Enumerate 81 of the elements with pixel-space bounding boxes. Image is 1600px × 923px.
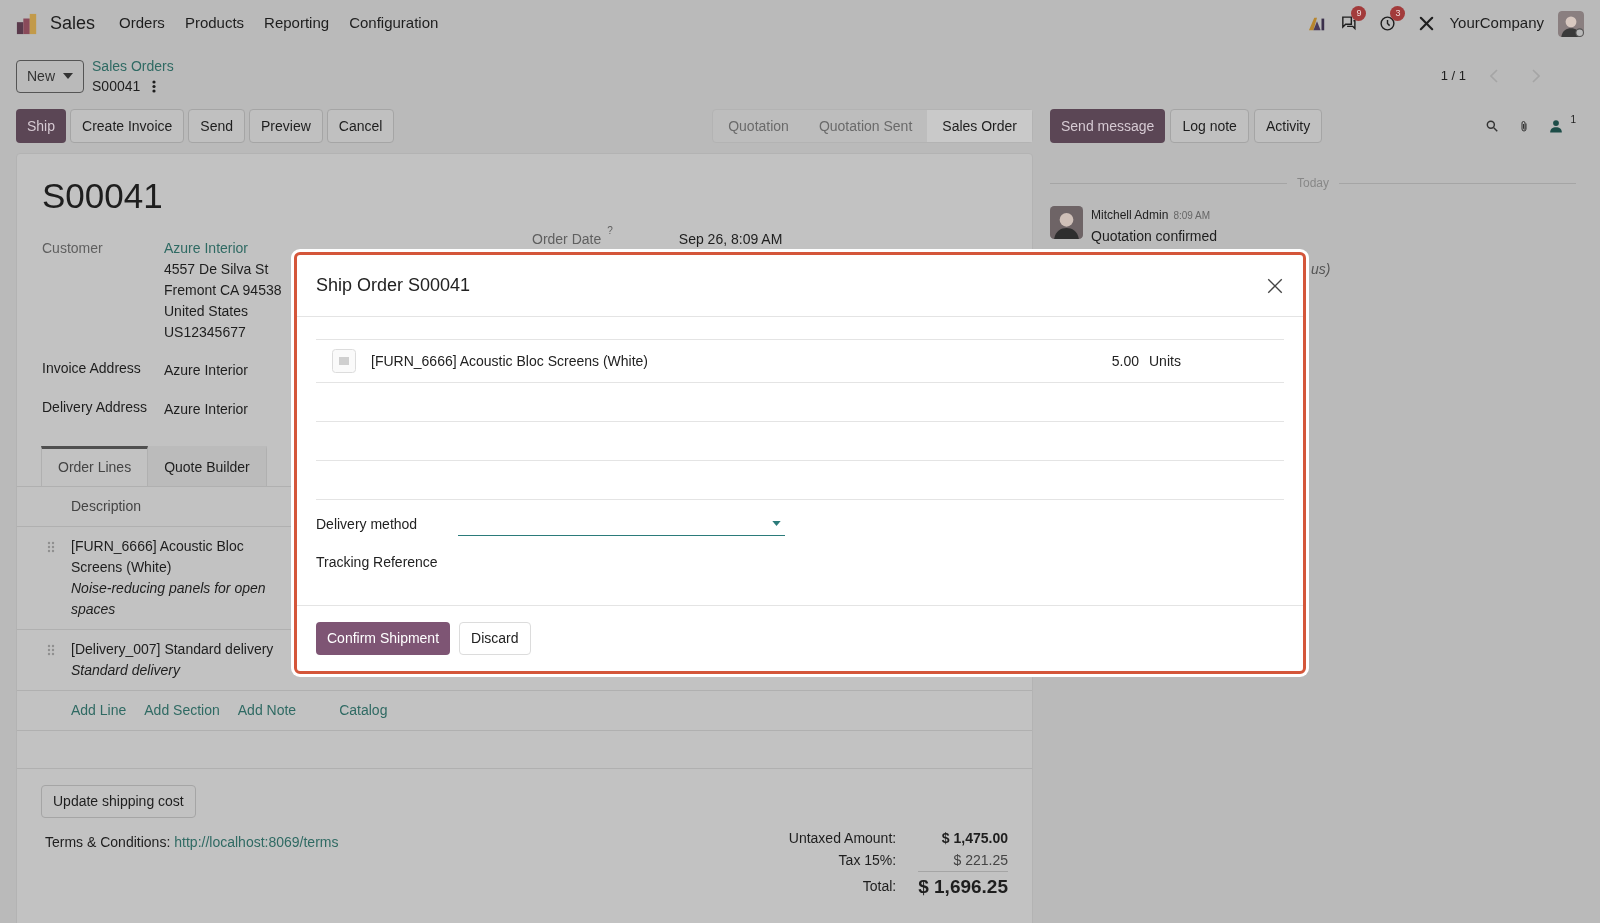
quantity-value: 5.00 — [1111, 351, 1139, 371]
status-step[interactable]: Sales Order — [927, 110, 1032, 142]
unit-label: Units — [1149, 351, 1182, 371]
chatter-button[interactable]: Log note — [1170, 109, 1249, 143]
total-label: Total: — [861, 877, 897, 896]
add-link[interactable]: Add Note — [237, 700, 297, 721]
line-description: [FURN_6666] Acoustic Bloc Screens (White) — [71, 537, 245, 577]
app-logo-icon — [16, 12, 38, 35]
total-label: Tax 15%: — [837, 850, 897, 870]
notification-badge: 3 — [1390, 6, 1406, 21]
product-image — [332, 349, 356, 373]
menu-item[interactable]: Reporting — [264, 12, 330, 35]
line-description: [Delivery_007] Standard delivery — [71, 640, 275, 659]
company-name[interactable]: YourCompany — [1449, 12, 1544, 35]
chatter-button[interactable]: Activity — [1253, 109, 1323, 143]
action-button[interactable]: Preview — [249, 109, 323, 143]
total-value: $ 221.25 — [952, 851, 1008, 870]
update-shipping-button[interactable]: Update shipping cost — [41, 785, 196, 818]
tab[interactable]: Order Lines — [41, 446, 149, 486]
action-button[interactable]: Send — [188, 109, 245, 143]
total-value: $ 1,475.00 — [940, 829, 1008, 848]
app-name[interactable]: Sales — [50, 10, 96, 37]
dialog-button[interactable]: Confirm Shipment — [316, 622, 451, 655]
dialog-title: Ship Order S00041 — [316, 274, 472, 297]
pager-value[interactable]: 1 / 1 — [1440, 66, 1466, 86]
menu-item[interactable]: Orders — [119, 12, 165, 35]
action-button[interactable]: Cancel — [326, 109, 395, 143]
user-avatar — [1558, 10, 1584, 37]
customer-link[interactable]: Azure Interior — [164, 238, 282, 259]
record-title: S00041 — [41, 175, 164, 217]
add-link[interactable]: Add Section — [144, 700, 220, 721]
address-line: Fremont CA 94538 — [164, 281, 282, 300]
field-label: Customer — [42, 239, 104, 258]
field-value: Azure Interior — [164, 361, 249, 380]
action-button[interactable]: Ship — [16, 109, 67, 143]
caret-icon — [772, 521, 781, 526]
message-body: Quotation confirmed — [1091, 227, 1218, 246]
field-label: Delivery Address — [42, 398, 149, 417]
add-link[interactable]: Catalog — [339, 700, 388, 721]
drag-handle-icon — [47, 644, 55, 656]
notification-badge: 9 — [1351, 6, 1367, 21]
caret-icon — [63, 73, 73, 79]
record-name: S00041 — [92, 77, 141, 96]
ai-icon — [1308, 15, 1327, 32]
chat-icon — [1340, 15, 1358, 32]
address-line: US12345677 — [164, 323, 247, 342]
more-options-icon — [152, 79, 157, 93]
author-avatar — [1050, 206, 1083, 239]
message-text: us) — [1311, 260, 1332, 279]
clock-icon — [1379, 15, 1397, 32]
address-line: United States — [164, 302, 250, 321]
close-icon — [1266, 276, 1284, 295]
action-button[interactable]: Create Invoice — [70, 109, 185, 143]
new-button[interactable]: New — [16, 59, 84, 93]
line-note: Standard delivery — [71, 661, 182, 680]
message-author: Mitchell Admin — [1091, 207, 1169, 224]
terms-link[interactable]: http://localhost:8069/terms — [174, 832, 339, 853]
line-note: Noise-reducing panels for open spaces — [71, 579, 267, 619]
product-name: [FURN_6666] Acoustic Bloc Screens (White) — [371, 351, 649, 371]
help-icon[interactable]: ? — [607, 225, 613, 237]
chatter-button[interactable]: Send message — [1050, 109, 1166, 143]
address-line: 4557 De Silva St — [164, 260, 270, 279]
drag-handle-icon — [47, 541, 55, 553]
field-label: Order Date — [532, 230, 602, 249]
dialog-button[interactable]: Discard — [459, 622, 531, 655]
followers-count[interactable]: 1 — [1570, 114, 1576, 126]
followers-icon — [1549, 119, 1564, 133]
terms-label: Terms & Conditions: — [45, 833, 171, 852]
field-label: Invoice Address — [42, 359, 142, 378]
tab[interactable]: Quote Builder — [148, 446, 267, 486]
search-icon — [1485, 119, 1500, 133]
field-label: Tracking Reference — [316, 552, 439, 572]
message-time: 8:09 AM — [1173, 209, 1211, 223]
menu-item[interactable]: Configuration — [349, 12, 439, 35]
total-value: $ 1,696.25 — [918, 871, 1008, 902]
field-value: Azure Interior — [164, 400, 249, 419]
add-link[interactable]: Add Line — [71, 700, 127, 721]
close-button[interactable] — [1266, 276, 1284, 295]
field-value: Sep 26, 8:09 AM — [678, 230, 783, 249]
menu-item[interactable]: Products — [184, 12, 245, 35]
total-label: Untaxed Amount: — [788, 828, 897, 848]
